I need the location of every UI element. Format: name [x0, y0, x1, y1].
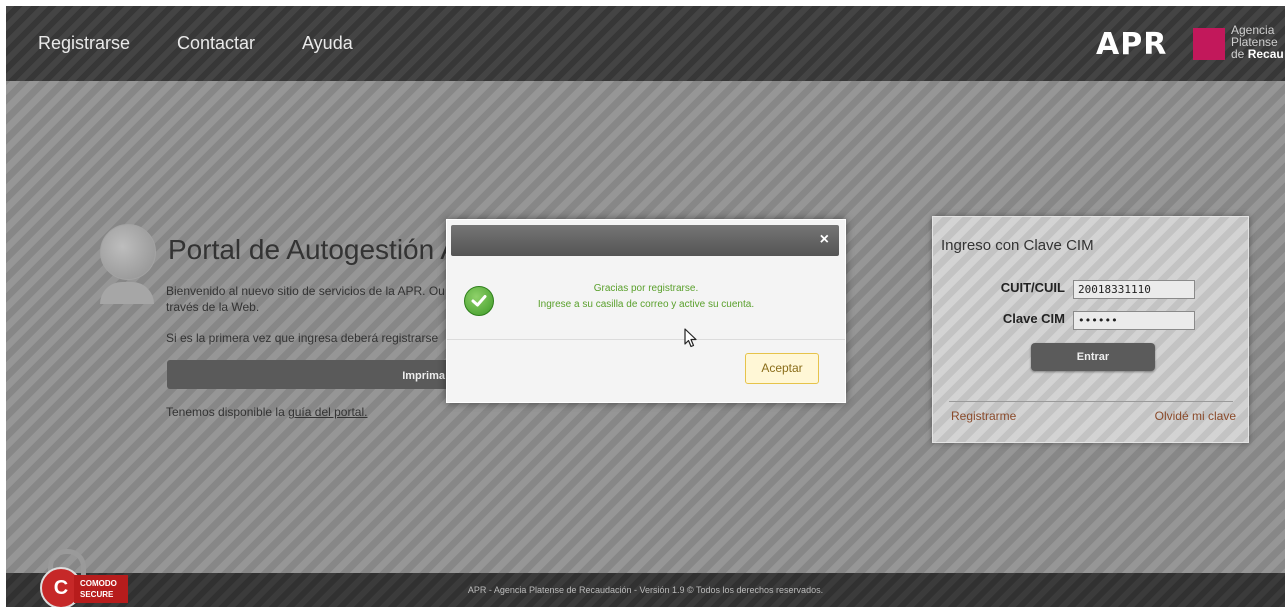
enter-button[interactable]: Entrar	[1031, 343, 1155, 371]
cuit-input[interactable]	[1073, 280, 1195, 299]
forgot-password-link[interactable]: Olvidé mi clave	[1155, 409, 1236, 423]
top-navbar: Registrarse Contactar Ayuda APR Agencia …	[6, 6, 1285, 81]
dialog-message-line1: Gracias por registrarse.	[593, 283, 699, 294]
portal-title: Portal de Autogestión AP	[168, 234, 478, 265]
registration-success-dialog: × Gracias por registrarse. Ingrese a su …	[446, 219, 846, 403]
nav-ayuda[interactable]: Ayuda	[302, 33, 353, 54]
clave-input[interactable]	[1073, 311, 1195, 330]
globe-shadow-icon	[100, 282, 154, 304]
mouse-cursor-icon	[684, 328, 698, 353]
comodo-line2: SECURE	[80, 590, 114, 599]
login-divider	[949, 401, 1233, 402]
comodo-line1: COMODO	[80, 579, 117, 588]
logo-text: Agencia Platense de Recau	[1231, 24, 1284, 60]
print-button[interactable]: Imprima	[167, 360, 457, 389]
login-title: Ingreso con Clave CIM	[941, 237, 1094, 254]
footer-text: APR - Agencia Platense de Recaudación - …	[467, 585, 824, 595]
close-icon[interactable]: ×	[820, 231, 829, 249]
login-panel: Ingreso con Clave CIM CUIT/CUIL Clave CI…	[932, 216, 1249, 443]
dialog-message-line2: Ingrese a su casilla de correo y active …	[537, 299, 755, 310]
cuit-label: CUIT/CUIL	[1000, 280, 1065, 295]
accept-button[interactable]: Aceptar	[745, 353, 819, 384]
portal-intro: Bienvenido al nuevo sitio de servicios d…	[166, 284, 445, 314]
dialog-header: ×	[451, 225, 839, 256]
register-link[interactable]: Registrarme	[951, 409, 1016, 423]
guide-link[interactable]: guía del portal.	[288, 405, 367, 419]
portal-guide-text: Tenemos disponible la guía del portal.	[166, 405, 367, 419]
page-frame: Registrarse Contactar Ayuda APR Agencia …	[6, 6, 1285, 607]
footer: APR - Agencia Platense de Recaudación - …	[6, 573, 1285, 607]
logo-line3-prefix: de	[1231, 47, 1248, 61]
logo-line3-bold: Recau	[1247, 47, 1284, 61]
nav-contactar[interactable]: Contactar	[177, 33, 255, 54]
logo-abbr: APR	[1096, 27, 1168, 62]
logo-square-icon	[1193, 28, 1225, 60]
nav-registrarse[interactable]: Registrarse	[38, 33, 130, 54]
comodo-secure-badge[interactable]: C COMODO SECURE	[40, 549, 130, 607]
portal-first-time-text: Si es la primera vez que ingresa deberá …	[166, 331, 439, 345]
logo-line3: de Recau	[1231, 48, 1284, 60]
globe-icon	[100, 224, 156, 280]
clave-label: Clave CIM	[1002, 311, 1065, 326]
comodo-tag: COMODO SECURE	[74, 575, 128, 603]
guide-prefix: Tenemos disponible la	[166, 405, 289, 419]
dialog-divider	[447, 339, 845, 340]
